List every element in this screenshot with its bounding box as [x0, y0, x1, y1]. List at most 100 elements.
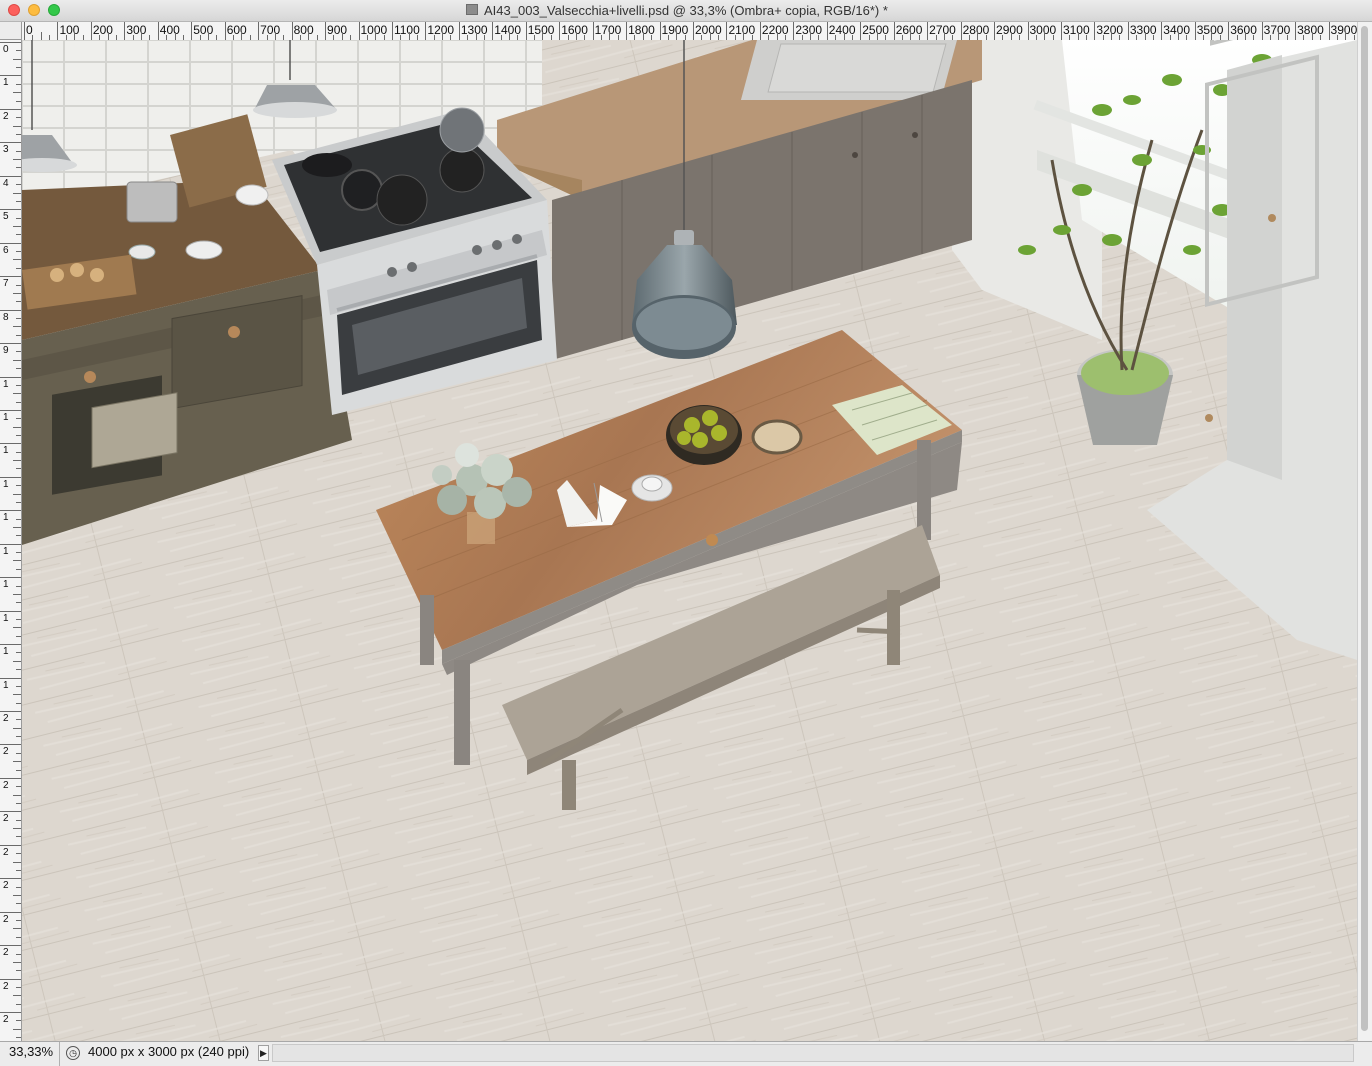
ruler-label: 1 [3, 545, 9, 557]
ruler-minor-tick [40, 32, 42, 40]
vertical-scrollbar[interactable] [1357, 22, 1372, 1041]
ruler-minor-tick [16, 535, 21, 537]
ruler-major-tick [726, 22, 728, 40]
vertical-ruler[interactable]: 0 1 2 3 4 5 6 7 8 9 1 1 1 1 1 1 1 1 1 1 2 2 2 2 2 2 2 2 2 2 [0, 40, 22, 1041]
preview-icon[interactable]: ◷ [66, 1046, 80, 1060]
ruler-label: 4 [3, 177, 9, 189]
ruler-minor-tick [609, 32, 611, 40]
ruler-minor-tick [16, 685, 21, 687]
ruler-major-tick [592, 22, 594, 40]
ruler-minor-tick [1077, 32, 1079, 40]
ruler-label: 5 [3, 211, 9, 223]
status-menu-arrow-icon[interactable]: ▶ [258, 1045, 269, 1061]
ruler-label: 1 [3, 378, 9, 390]
ruler-minor-tick [16, 384, 21, 386]
ruler-major-tick [0, 476, 21, 478]
ruler-minor-tick [676, 32, 678, 40]
ruler-major-tick [0, 811, 21, 813]
ruler-major-tick [425, 22, 427, 40]
ruler-minor-tick [16, 1037, 21, 1039]
horizontal-ruler[interactable]: 0 100 200 300 400 500 600 700 800 900 1000 1100 1200… [22, 22, 1357, 41]
ruler-label: 2 [3, 110, 9, 122]
ruler-minor-tick [13, 460, 21, 462]
ruler-minor-tick [1244, 32, 1246, 40]
ruler-minor-tick [16, 435, 21, 437]
ruler-minor-tick [74, 32, 76, 40]
ruler-minor-tick [13, 58, 21, 60]
ruler-major-tick [893, 22, 895, 40]
ruler-major-tick [994, 22, 996, 40]
ruler-major-tick [57, 22, 59, 40]
ruler-minor-tick [1345, 32, 1347, 40]
ruler-minor-tick [13, 527, 21, 529]
ruler-major-tick [0, 878, 21, 880]
ruler-minor-tick [1178, 32, 1180, 40]
ruler-origin[interactable] [0, 22, 22, 40]
ruler-major-tick [492, 22, 494, 40]
ruler-minor-tick [16, 752, 21, 754]
ruler-minor-tick [16, 786, 21, 788]
ruler-minor-tick [13, 225, 21, 227]
ruler-minor-tick [16, 736, 21, 738]
ruler-minor-tick [16, 602, 21, 604]
ruler-major-tick [0, 309, 21, 311]
ruler-minor-tick [943, 32, 945, 40]
ruler-minor-tick [16, 669, 21, 671]
ruler-label: 0 [3, 44, 9, 55]
zoom-level-field[interactable]: 33,33% [0, 1042, 60, 1066]
minimize-button[interactable] [28, 4, 40, 16]
ruler-minor-tick [16, 451, 21, 453]
ruler-minor-tick [16, 719, 21, 721]
ruler-minor-tick [241, 32, 243, 40]
ruler-minor-tick [13, 660, 21, 662]
ruler-major-tick [860, 22, 862, 40]
ruler-major-tick [693, 22, 694, 40]
ruler-label: 7 [3, 278, 9, 290]
ruler-minor-tick [16, 986, 21, 988]
ruler-minor-tick [876, 32, 878, 40]
ruler-minor-tick [13, 259, 21, 261]
ruler-minor-tick [13, 426, 21, 428]
ruler-minor-tick [13, 794, 21, 796]
ruler-label: 6 [3, 244, 9, 256]
ruler-major-tick [0, 175, 21, 177]
ruler-label: 1 [3, 77, 9, 89]
ruler-minor-tick [16, 317, 21, 319]
horizontal-scrollbar[interactable] [272, 1044, 1354, 1062]
ruler-minor-tick [16, 635, 21, 637]
ruler-minor-tick [107, 32, 109, 40]
ruler-minor-tick [575, 32, 577, 40]
ruler-major-tick [358, 22, 360, 40]
zoom-button[interactable] [48, 4, 60, 16]
ruler-minor-tick [16, 936, 21, 938]
ruler-label: 2 [3, 713, 9, 724]
ruler-label: 2 [3, 913, 9, 925]
window-title: AI43_003_Valsecchia+livelli.psd @ 33,3% … [484, 3, 888, 18]
ruler-minor-tick [16, 184, 21, 186]
document-size-info: 4000 px x 3000 px (240 ppi) [88, 1044, 250, 1059]
ruler-minor-tick [16, 284, 21, 286]
vertical-scroll-thumb[interactable] [1361, 26, 1368, 1031]
ruler-major-tick [0, 242, 21, 244]
ruler-minor-tick [13, 192, 21, 194]
ruler-label: 1 [3, 445, 9, 457]
ruler-minor-tick [16, 819, 21, 821]
ruler-label: 1 [3, 579, 9, 591]
document-canvas[interactable] [22, 40, 1357, 1041]
ruler-minor-tick [16, 50, 21, 52]
ruler-minor-tick [13, 159, 21, 161]
ruler-minor-tick [16, 83, 21, 85]
ruler-label: 2 [3, 880, 9, 892]
ruler-major-tick [0, 1012, 21, 1014]
ruler-minor-tick [308, 32, 310, 40]
ruler-major-tick [157, 22, 159, 40]
ruler-minor-tick [341, 32, 343, 40]
ruler-minor-tick [1211, 32, 1213, 40]
ruler-minor-tick [13, 928, 21, 930]
ruler-minor-tick [408, 32, 410, 40]
ruler-label: 2 [3, 1014, 9, 1026]
ruler-minor-tick [16, 217, 21, 219]
ruler-major-tick [1161, 22, 1163, 40]
ruler-minor-tick [13, 995, 21, 997]
close-button[interactable] [8, 4, 20, 16]
